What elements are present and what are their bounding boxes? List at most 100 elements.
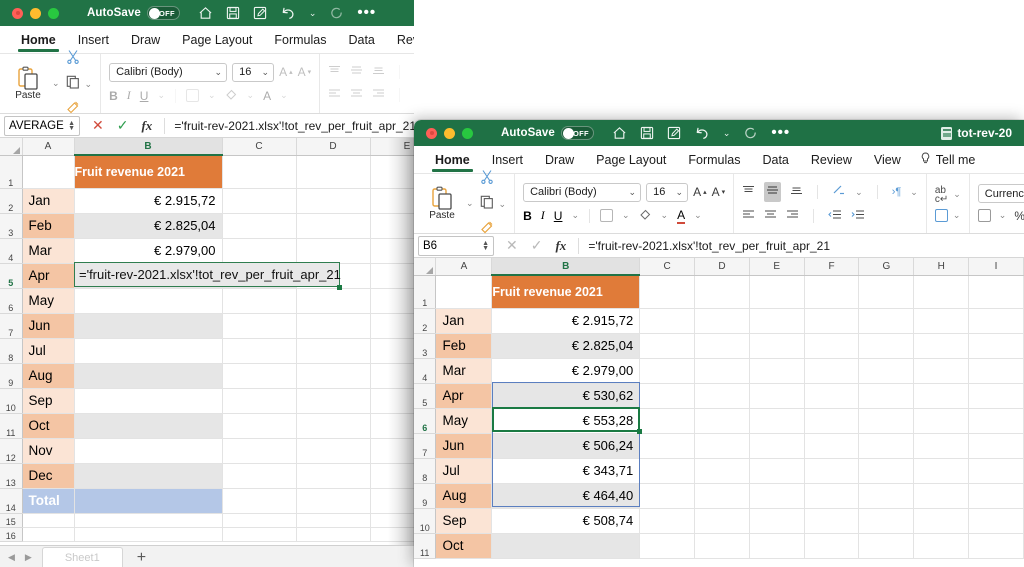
cell-e10[interactable] <box>749 508 805 534</box>
cell-c9[interactable] <box>639 483 696 509</box>
cell-i5[interactable] <box>968 383 1024 409</box>
increase-font-size-button[interactable]: A ▴ <box>279 65 293 79</box>
row-header-8[interactable]: 8 <box>414 458 437 484</box>
cell-d7[interactable] <box>296 313 371 339</box>
close-button[interactable] <box>426 127 437 139</box>
cell-b2[interactable]: € 2.915,72 <box>491 308 641 334</box>
cell-a16[interactable] <box>22 527 75 542</box>
cell-d6[interactable] <box>694 408 750 434</box>
underline-button[interactable]: U <box>554 209 563 223</box>
cell-g5[interactable] <box>858 383 915 409</box>
increase-indent-icon[interactable] <box>851 207 865 225</box>
minimize-button[interactable] <box>30 7 41 19</box>
cell-e3[interactable] <box>749 333 805 359</box>
prev-sheet-icon[interactable]: ◀ <box>8 552 15 563</box>
autosave-control-front[interactable]: AutoSave OFF <box>501 126 594 140</box>
cell-c12[interactable] <box>222 438 297 464</box>
merge-dropdown-icon[interactable]: ⌄ <box>953 210 961 221</box>
align-left-icon[interactable] <box>328 86 341 104</box>
font-group-back[interactable]: Calibri (Body) ⌄ 16 ⌄ A ▴ A ▾ B I U ⌄ ⌄ … <box>101 54 321 113</box>
column-header-g[interactable]: G <box>858 258 915 276</box>
cell-d7[interactable] <box>694 433 750 459</box>
row-header-12[interactable]: 12 <box>0 438 23 464</box>
column-header-h[interactable]: H <box>913 258 970 276</box>
maximize-button[interactable] <box>48 7 59 19</box>
cell-d11[interactable] <box>694 533 750 559</box>
fill-color-dropdown-icon[interactable]: ⌄ <box>661 210 669 221</box>
cell-g6[interactable] <box>858 408 915 434</box>
save-as-icon[interactable] <box>253 6 267 20</box>
cell-b7[interactable] <box>74 313 223 339</box>
cell-i4[interactable] <box>968 358 1024 384</box>
cell-i1[interactable] <box>968 275 1024 309</box>
fill-color-icon[interactable] <box>639 207 652 225</box>
minimize-button[interactable] <box>444 127 455 139</box>
row-header-2[interactable]: 2 <box>0 188 23 214</box>
borders-icon[interactable] <box>185 89 199 102</box>
fill-handle-front[interactable] <box>637 429 642 434</box>
row-header-4[interactable]: 4 <box>414 358 437 384</box>
cell-h1[interactable] <box>913 275 970 309</box>
row-header-16[interactable]: 16 <box>0 527 23 542</box>
cell-c11[interactable] <box>639 533 696 559</box>
quick-access-toolbar-back[interactable]: ⌄ ••• <box>198 5 376 20</box>
column-header-c[interactable]: C <box>222 138 297 156</box>
align-center-icon[interactable] <box>764 207 777 225</box>
cell-h7[interactable] <box>913 433 970 459</box>
cell-i8[interactable] <box>968 458 1024 484</box>
cell-editor-b5[interactable]: ='fruit-rev-2021.xlsx'!tot_rev_per_fruit… <box>74 262 341 287</box>
spreadsheet-grid-back[interactable]: A B C D E F 1 Fruit revenue 2021 2 Ja <box>0 138 414 545</box>
row-header-2[interactable]: 2 <box>414 308 437 334</box>
cell-d16[interactable] <box>296 527 371 542</box>
column-header-b[interactable]: B <box>74 138 223 156</box>
row-header-3[interactable]: 3 <box>0 213 23 239</box>
column-header-c[interactable]: C <box>639 258 696 276</box>
name-box-spinner-icon[interactable]: ▲ ▼ <box>68 120 75 132</box>
row-header-7[interactable]: 7 <box>0 313 23 339</box>
font-color-icon[interactable]: A <box>677 208 686 224</box>
italic-button[interactable]: I <box>541 208 545 223</box>
redo-icon[interactable] <box>743 126 758 140</box>
decrease-indent-icon[interactable] <box>828 207 842 225</box>
align-middle-icon[interactable] <box>350 63 363 81</box>
wrap-text-icon[interactable]: ab c↵ <box>935 185 948 204</box>
row-header-10[interactable]: 10 <box>414 508 437 534</box>
cell-b3[interactable]: € 2.825,04 <box>491 333 641 359</box>
more-icon[interactable]: ••• <box>357 5 376 20</box>
cell-c7[interactable] <box>639 433 696 459</box>
cell-h6[interactable] <box>913 408 970 434</box>
borders-icon[interactable] <box>599 209 613 222</box>
next-sheet-icon[interactable]: ▶ <box>25 552 32 563</box>
undo-icon[interactable] <box>694 126 710 140</box>
font-color-icon[interactable]: A <box>263 89 271 103</box>
cell-b5[interactable]: € 530,62 <box>491 383 641 409</box>
row-header-9[interactable]: 9 <box>0 363 23 389</box>
row-header-7[interactable]: 7 <box>414 433 437 459</box>
cell-c2[interactable] <box>639 308 696 334</box>
row-header-11[interactable]: 11 <box>0 413 23 439</box>
cell-f5[interactable] <box>804 383 860 409</box>
cell-i9[interactable] <box>968 483 1024 509</box>
cell-a9[interactable]: Aug <box>435 483 493 509</box>
cell-i7[interactable] <box>968 433 1024 459</box>
cell-a10[interactable]: Sep <box>435 508 493 534</box>
cell-g4[interactable] <box>858 358 915 384</box>
ribbon-front[interactable]: Paste ⌄ ⌄ Calibri (Body) ⌄ 16 ⌄ A ▴ A ▾ … <box>414 169 1024 234</box>
column-header-a[interactable]: A <box>22 138 75 156</box>
cell-d3[interactable] <box>296 213 371 239</box>
cell-f10[interactable] <box>804 508 860 534</box>
percent-format-icon[interactable]: % <box>1014 209 1024 223</box>
cell-e9[interactable] <box>749 483 805 509</box>
row-header-3[interactable]: 3 <box>414 333 437 359</box>
traffic-lights-front[interactable] <box>414 127 473 139</box>
cell-b15[interactable] <box>74 513 223 528</box>
align-center-icon[interactable] <box>350 86 363 104</box>
spreadsheet-grid-front[interactable]: A B C D E F G H I 1 Fruit revenue 2021 2… <box>414 258 1024 567</box>
sheet-tab-sheet1[interactable]: Sheet1 <box>41 546 123 567</box>
cell-f1[interactable] <box>804 275 860 309</box>
clipboard-group-back[interactable]: Paste ⌄ ⌄ <box>0 49 102 113</box>
cell-h9[interactable] <box>913 483 970 509</box>
cell-c2[interactable] <box>222 188 297 214</box>
bold-button[interactable]: B <box>523 209 532 223</box>
cell-d2[interactable] <box>694 308 750 334</box>
